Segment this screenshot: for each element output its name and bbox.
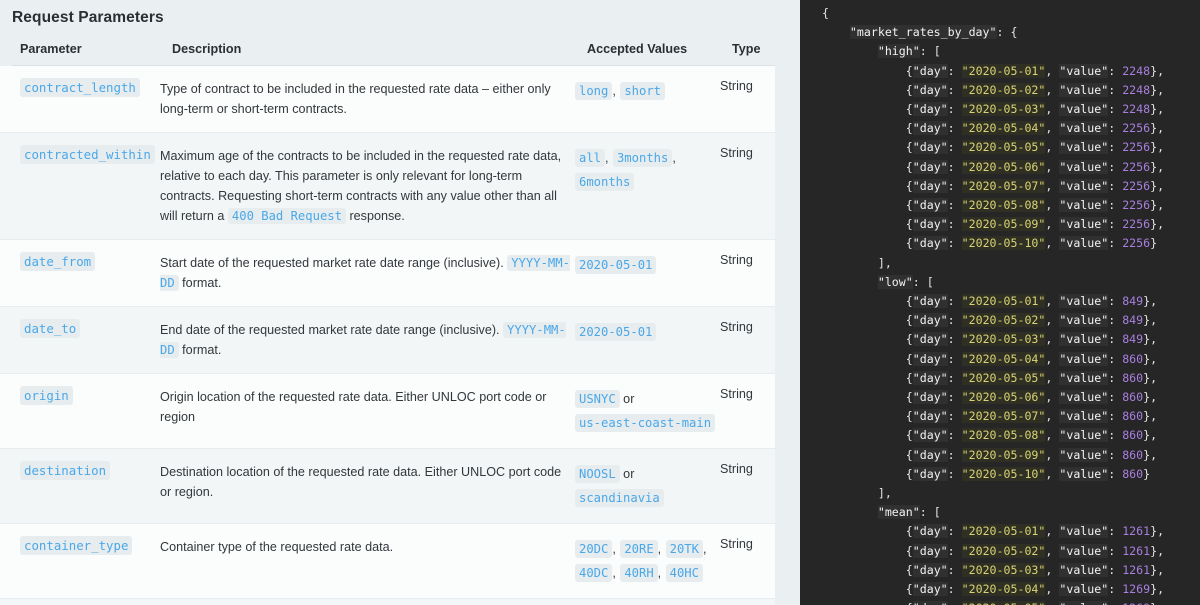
parameter-name-cell: contract_length — [0, 79, 160, 97]
accepted-value-code: USNYC — [575, 390, 620, 408]
accepted-value-code: short — [620, 82, 665, 100]
accepted-value-separator: , — [672, 151, 676, 165]
parameter-name-cell: date_from — [0, 253, 160, 271]
table-header-row: Parameter Description Accepted Values Ty… — [12, 42, 775, 66]
accepted-value-code: all — [575, 149, 605, 167]
parameter-name-cell: destination — [0, 462, 160, 480]
accepted-values-cell: all, 3months, 6months — [575, 146, 720, 194]
inline-code: YYYY-MM-DD — [160, 322, 566, 358]
accepted-value-code: 6months — [575, 173, 634, 191]
documentation-page: Request Parameters Parameter Description… — [0, 0, 1200, 605]
table-row: container_type Container type of the requ… — [0, 524, 775, 599]
accepted-value-separator: , — [703, 542, 707, 556]
accepted-values-cell: 20DC, 20RE, 20TK, 40DC, 40RH, 40HC — [575, 537, 720, 585]
accepted-values-cell: 2020-05-01 — [575, 320, 720, 344]
accepted-value-separator: , — [658, 566, 662, 580]
type-cell: String — [720, 146, 775, 160]
parameter-name-cell: container_type — [0, 537, 160, 555]
accepted-value-code: 2020-05-01 — [575, 256, 656, 274]
type-cell: String — [720, 79, 775, 93]
parameter-code: origin — [20, 386, 73, 405]
table-row: date_to End date of the requested market … — [0, 307, 775, 374]
description-cell: Type of contract to be included in the r… — [160, 79, 575, 119]
accepted-value-code: long — [575, 82, 612, 100]
inline-code: YYYY-MM-DD — [160, 255, 570, 291]
parameter-code: container_type — [20, 536, 132, 555]
table-row: contract_length Type of contract to be in… — [0, 66, 775, 133]
accepted-value-separator: , — [612, 566, 616, 580]
accepted-value-code: 3months — [613, 149, 672, 167]
parameter-code: date_to — [20, 319, 80, 338]
description-cell: Maximum age of the contracts to be inclu… — [160, 146, 575, 226]
type-cell: String — [720, 462, 775, 476]
parameter-name-cell: contracted_within — [0, 146, 160, 164]
accepted-value-code: 20DC — [575, 540, 612, 558]
accepted-value-code: 40HC — [666, 564, 703, 582]
parameters-table: Parameter Description Accepted Values Ty… — [0, 42, 775, 605]
accepted-values-cell: NOOSL or scandinavia — [575, 462, 720, 510]
accepted-values-cell: 2020-05-01 — [575, 253, 720, 277]
json-response-panel[interactable]: { "market_rates_by_day": { "high": [ {"d… — [800, 0, 1200, 605]
accepted-value-separator: , — [612, 542, 616, 556]
type-cell: String — [720, 387, 775, 401]
request-parameters-panel: Request Parameters Parameter Description… — [0, 0, 800, 605]
inline-code: 400 Bad Request — [228, 208, 346, 224]
table-row: contracted_within Maximum age of the cont… — [0, 133, 775, 240]
parameter-code: contract_length — [20, 78, 140, 97]
accepted-value-code: us-east-coast-main — [575, 414, 715, 432]
accepted-value-code: 2020-05-01 — [575, 323, 656, 341]
description-cell: End date of the requested market rate da… — [160, 320, 575, 360]
parameter-name-cell: origin — [0, 387, 160, 405]
table-row: date_from Start date of the requested mar… — [0, 240, 775, 307]
table-body: contract_length Type of contract to be in… — [0, 66, 775, 605]
table-row: origin Origin location of the requested r… — [0, 374, 775, 449]
accepted-value-code: 40RH — [620, 564, 657, 582]
parameter-code: date_from — [20, 252, 95, 271]
parameter-code: destination — [20, 461, 110, 480]
description-cell: Container type of the requested rate dat… — [160, 537, 575, 557]
accepted-value-code: 20TK — [666, 540, 703, 558]
page-title: Request Parameters — [0, 0, 800, 27]
parameter-code: contracted_within — [20, 145, 155, 164]
accepted-value-separator: , — [605, 151, 609, 165]
accepted-value-separator: , — [658, 542, 662, 556]
type-cell: String — [720, 320, 775, 334]
column-header-description: Description — [172, 42, 587, 56]
parameter-name-cell: date_to — [0, 320, 160, 338]
accepted-values-cell: long, short — [575, 79, 720, 103]
accepted-values-cell: USNYC or us-east-coast-main — [575, 387, 720, 435]
column-header-accepted-values: Accepted Values — [587, 42, 732, 56]
type-cell: String — [720, 537, 775, 551]
accepted-value-code: scandinavia — [575, 489, 664, 507]
accepted-value-code: 40DC — [575, 564, 612, 582]
accepted-value-separator: or — [620, 467, 635, 481]
type-cell: String — [720, 253, 775, 267]
table-row: destination Destination location of the r… — [0, 449, 775, 524]
column-header-parameter: Parameter — [12, 42, 172, 56]
json-code-block: { "market_rates_by_day": { "high": [ {"d… — [800, 4, 1200, 605]
accepted-value-separator: or — [620, 392, 635, 406]
table-row: thc_methodologyTerminal handling charge … — [0, 599, 775, 605]
description-cell: Destination location of the requested ra… — [160, 462, 575, 502]
column-header-type: Type — [732, 42, 787, 56]
description-cell: Origin location of the requested rate da… — [160, 387, 575, 427]
description-cell: Start date of the requested market rate … — [160, 253, 575, 293]
accepted-value-code: NOOSL — [575, 465, 620, 483]
accepted-value-separator: , — [612, 84, 616, 98]
accepted-value-code: 20RE — [620, 540, 657, 558]
